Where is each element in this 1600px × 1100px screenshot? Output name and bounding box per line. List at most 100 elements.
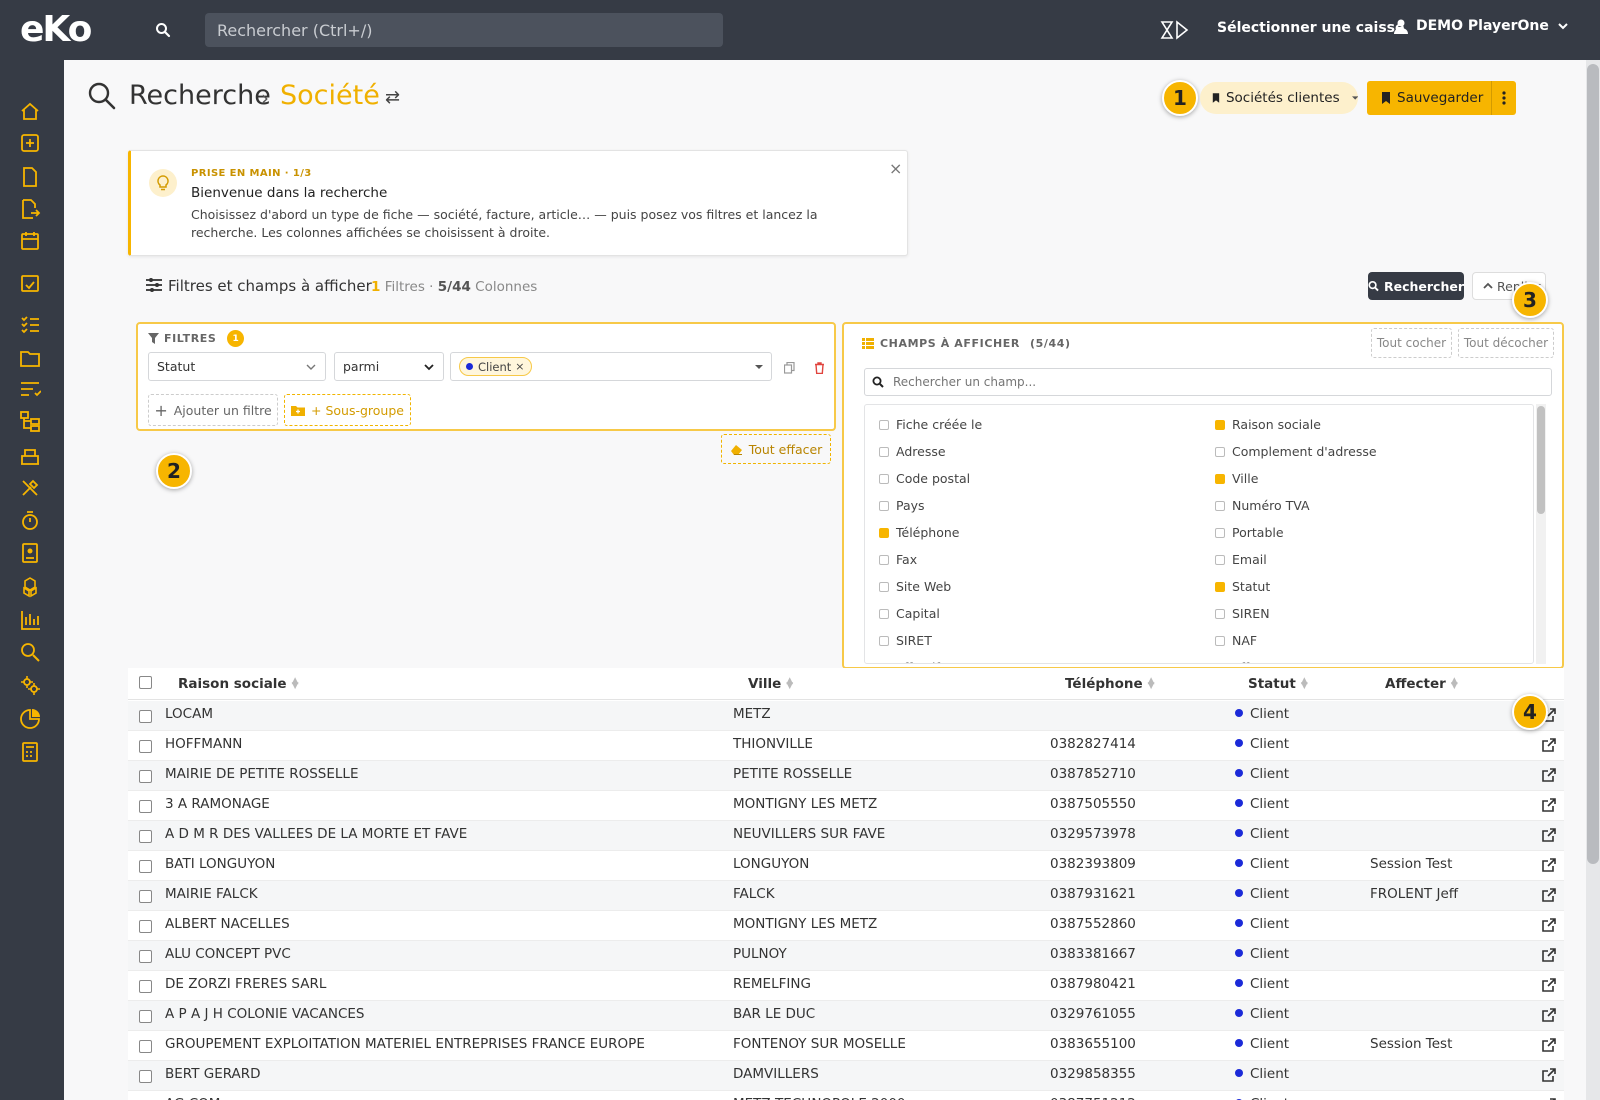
field-option[interactable]: Complement d'adresse bbox=[1215, 444, 1377, 459]
calendar-icon[interactable] bbox=[19, 230, 41, 252]
field-option[interactable]: Effectif bbox=[879, 660, 940, 663]
column-header[interactable]: Statut ▲ ▼ bbox=[1248, 676, 1308, 692]
field-checkbox[interactable] bbox=[1215, 473, 1225, 484]
field-checkbox[interactable] bbox=[1215, 527, 1225, 538]
sort-icon[interactable]: ▲ ▼ bbox=[1301, 677, 1308, 691]
table-row[interactable]: HOFFMANN THIONVILLE 0382827414 Client bbox=[128, 731, 1564, 761]
save-options-button[interactable] bbox=[1491, 81, 1516, 115]
open-external-icon[interactable] bbox=[1542, 798, 1556, 812]
checklist-icon[interactable] bbox=[19, 313, 41, 335]
open-external-icon[interactable] bbox=[1542, 858, 1556, 872]
table-row[interactable]: A D M R DES VALLEES DE LA MORTE ET FAVE N… bbox=[128, 821, 1564, 851]
task-calendar-icon[interactable] bbox=[19, 272, 41, 294]
home-icon[interactable] bbox=[19, 100, 41, 122]
row-checkbox[interactable] bbox=[139, 980, 152, 993]
add-square-icon[interactable] bbox=[19, 132, 41, 154]
check-all-button[interactable]: Tout cocher bbox=[1371, 328, 1452, 358]
field-checkbox[interactable] bbox=[1215, 500, 1225, 511]
filter-operator-select[interactable]: parmi bbox=[334, 352, 444, 381]
field-option[interactable]: Fiche créée le bbox=[879, 417, 982, 432]
field-checkbox[interactable] bbox=[1215, 446, 1225, 457]
cash-register-icon[interactable] bbox=[1160, 19, 1190, 41]
field-checkbox[interactable] bbox=[879, 527, 889, 538]
open-external-icon[interactable] bbox=[1542, 768, 1556, 782]
field-checkbox[interactable] bbox=[1215, 662, 1225, 663]
settings-icon[interactable] bbox=[19, 674, 41, 696]
list-tasks-icon[interactable] bbox=[19, 379, 41, 401]
app-logo[interactable]: eKo bbox=[20, 10, 92, 50]
column-header[interactable]: Affecter ▲ ▼ bbox=[1385, 676, 1458, 692]
field-option[interactable]: Raison sociale bbox=[1215, 417, 1321, 432]
open-external-icon[interactable] bbox=[1542, 1068, 1556, 1082]
close-icon[interactable]: × bbox=[889, 159, 902, 178]
row-checkbox[interactable] bbox=[139, 770, 152, 783]
select-all-checkbox[interactable] bbox=[139, 676, 152, 689]
open-external-icon[interactable] bbox=[1542, 738, 1556, 752]
open-external-icon[interactable] bbox=[1542, 828, 1556, 842]
field-checkbox[interactable] bbox=[879, 446, 889, 457]
sort-icon[interactable]: ▲ ▼ bbox=[786, 677, 793, 691]
field-checkbox[interactable] bbox=[1215, 419, 1225, 430]
select-cash-register-button[interactable]: Sélectionner une caisse bbox=[1217, 20, 1405, 36]
row-checkbox[interactable] bbox=[139, 1070, 152, 1083]
field-checkbox[interactable] bbox=[879, 662, 889, 663]
row-checkbox[interactable] bbox=[139, 800, 152, 813]
add-subgroup-button[interactable]: + Sous-groupe bbox=[284, 394, 411, 426]
value-chip[interactable]: Client × bbox=[459, 357, 532, 376]
field-option[interactable]: NAF bbox=[1215, 633, 1257, 648]
row-checkbox[interactable] bbox=[139, 1010, 152, 1023]
search-icon[interactable] bbox=[19, 641, 41, 663]
page-scrollbar-thumb[interactable] bbox=[1587, 64, 1599, 864]
field-option[interactable]: Fax bbox=[879, 552, 917, 567]
table-row[interactable]: A P A J H COLONIE VACANCES BAR LE DUC 0329… bbox=[128, 1001, 1564, 1031]
search-icon[interactable] bbox=[140, 12, 186, 48]
row-checkbox[interactable] bbox=[139, 950, 152, 963]
field-checkbox[interactable] bbox=[879, 581, 889, 592]
folder-icon[interactable] bbox=[19, 347, 41, 369]
field-option[interactable]: Affecter bbox=[1215, 660, 1281, 663]
field-list-scrollbar-thumb[interactable] bbox=[1537, 406, 1545, 514]
breadcrumb-root[interactable]: Recherche bbox=[129, 80, 271, 111]
row-checkbox[interactable] bbox=[139, 860, 152, 873]
hierarchy-icon[interactable] bbox=[19, 410, 41, 432]
pie-chart-icon[interactable] bbox=[19, 708, 41, 730]
field-option[interactable]: Statut bbox=[1215, 579, 1270, 594]
open-external-icon[interactable] bbox=[1542, 948, 1556, 962]
field-checkbox[interactable] bbox=[879, 635, 889, 646]
field-search-input[interactable] bbox=[893, 373, 1533, 391]
saved-view-select[interactable]: Sociétés clientes bbox=[1200, 82, 1358, 114]
field-checkbox[interactable] bbox=[1215, 554, 1225, 565]
timer-icon[interactable] bbox=[19, 510, 41, 532]
open-external-icon[interactable] bbox=[1542, 1038, 1556, 1052]
add-filter-button[interactable]: + Ajouter un filtre bbox=[148, 394, 278, 426]
boxes-icon[interactable] bbox=[19, 576, 41, 598]
calculator-icon[interactable] bbox=[19, 741, 41, 763]
user-menu[interactable]: DEMO PlayerOne bbox=[1394, 18, 1569, 34]
field-checkbox[interactable] bbox=[1215, 608, 1225, 619]
row-checkbox[interactable] bbox=[139, 1040, 152, 1053]
table-row[interactable]: BATI LONGUYON LONGUYON 0382393809 Client Ses… bbox=[128, 851, 1564, 881]
field-option[interactable]: Portable bbox=[1215, 525, 1284, 540]
tools-icon[interactable] bbox=[19, 477, 41, 499]
filter-field-select[interactable]: Statut bbox=[148, 352, 326, 381]
open-external-icon[interactable] bbox=[1542, 1008, 1556, 1022]
copy-icon[interactable] bbox=[784, 362, 795, 374]
column-header[interactable]: Ville ▲ ▼ bbox=[748, 676, 793, 692]
field-option[interactable]: SIRET bbox=[879, 633, 932, 648]
field-option[interactable]: Pays bbox=[879, 498, 925, 513]
row-checkbox[interactable] bbox=[139, 830, 152, 843]
field-checkbox[interactable] bbox=[879, 500, 889, 511]
field-option[interactable]: Téléphone bbox=[879, 525, 959, 540]
field-checkbox[interactable] bbox=[879, 608, 889, 619]
filter-value-select[interactable]: Client × bbox=[450, 352, 772, 381]
uncheck-all-button[interactable]: Tout décocher bbox=[1458, 328, 1554, 358]
table-row[interactable]: GROUPEMENT EXPLOITATION MATERIEL ENTREPR… bbox=[128, 1031, 1564, 1061]
field-option[interactable]: SIREN bbox=[1215, 606, 1270, 621]
field-checkbox[interactable] bbox=[1215, 635, 1225, 646]
field-option[interactable]: Code postal bbox=[879, 471, 970, 486]
open-external-icon[interactable] bbox=[1542, 888, 1556, 902]
trash-icon[interactable] bbox=[814, 362, 825, 374]
global-search-input[interactable] bbox=[205, 13, 723, 47]
field-option[interactable]: Email bbox=[1215, 552, 1267, 567]
sort-icon[interactable]: ▲ ▼ bbox=[1148, 677, 1155, 691]
